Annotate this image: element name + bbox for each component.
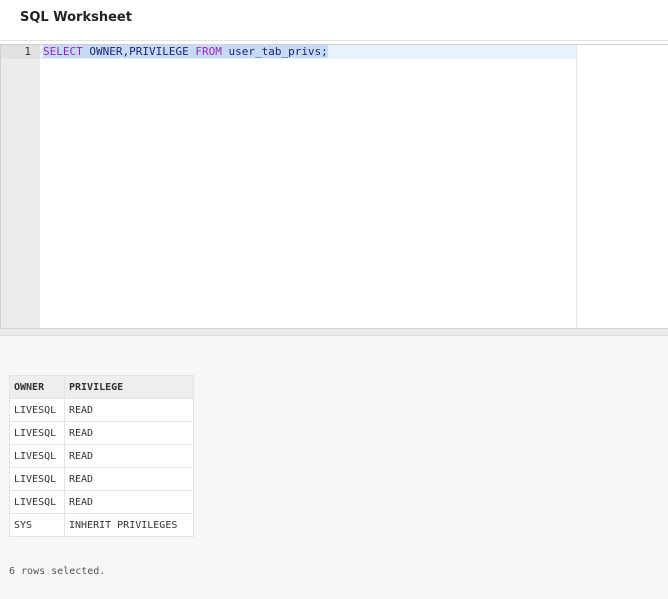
column-header-privilege[interactable]: PRIVILEGE bbox=[64, 375, 194, 399]
keyword-select: SELECT bbox=[43, 45, 83, 58]
table-row: LIVESQL READ bbox=[9, 444, 194, 468]
cell-owner: SYS bbox=[9, 513, 65, 537]
cell-privilege: READ bbox=[64, 490, 194, 514]
cell-privilege: READ bbox=[64, 398, 194, 422]
cell-owner: LIVESQL bbox=[9, 467, 65, 491]
cell-owner: LIVESQL bbox=[9, 398, 65, 422]
table-header-row: OWNER PRIVILEGE bbox=[9, 375, 194, 399]
table-row: LIVESQL READ bbox=[9, 421, 194, 445]
worksheet-header: SQL Worksheet bbox=[0, 0, 668, 41]
line-number: 1 bbox=[1, 45, 40, 59]
sql-editor[interactable]: 1 SELECT OWNER,PRIVILEGE FROM user_tab_p… bbox=[0, 44, 668, 329]
cell-owner: LIVESQL bbox=[9, 490, 65, 514]
cell-owner: LIVESQL bbox=[9, 444, 65, 468]
code-line[interactable]: SELECT OWNER,PRIVILEGE FROM user_tab_pri… bbox=[43, 45, 328, 59]
column-header-owner[interactable]: OWNER bbox=[9, 375, 65, 399]
cell-owner: LIVESQL bbox=[9, 421, 65, 445]
line-gutter: 1 bbox=[1, 45, 40, 329]
table-row: LIVESQL READ bbox=[9, 398, 194, 422]
keyword-from: FROM bbox=[195, 45, 222, 58]
cell-privilege: READ bbox=[64, 421, 194, 445]
panel-splitter[interactable] bbox=[0, 328, 668, 336]
results-panel: OWNER PRIVILEGE LIVESQL READ LIVESQL REA… bbox=[0, 336, 668, 599]
code-table: user_tab_privs; bbox=[221, 45, 328, 58]
code-columns: OWNER,PRIVILEGE bbox=[82, 45, 196, 58]
page-title: SQL Worksheet bbox=[20, 10, 132, 25]
print-margin bbox=[576, 45, 577, 329]
table-row: LIVESQL READ bbox=[9, 490, 194, 514]
table-row: SYS INHERIT PRIVILEGES bbox=[9, 513, 194, 537]
cell-privilege: INHERIT PRIVILEGES bbox=[64, 513, 194, 537]
cell-privilege: READ bbox=[64, 467, 194, 491]
table-row: LIVESQL READ bbox=[9, 467, 194, 491]
code-selection: SELECT OWNER,PRIVILEGE FROM user_tab_pri… bbox=[43, 45, 328, 58]
results-table: OWNER PRIVILEGE LIVESQL READ LIVESQL REA… bbox=[9, 375, 194, 537]
rows-selected-status: 6 rows selected. bbox=[9, 566, 106, 577]
cell-privilege: READ bbox=[64, 444, 194, 468]
